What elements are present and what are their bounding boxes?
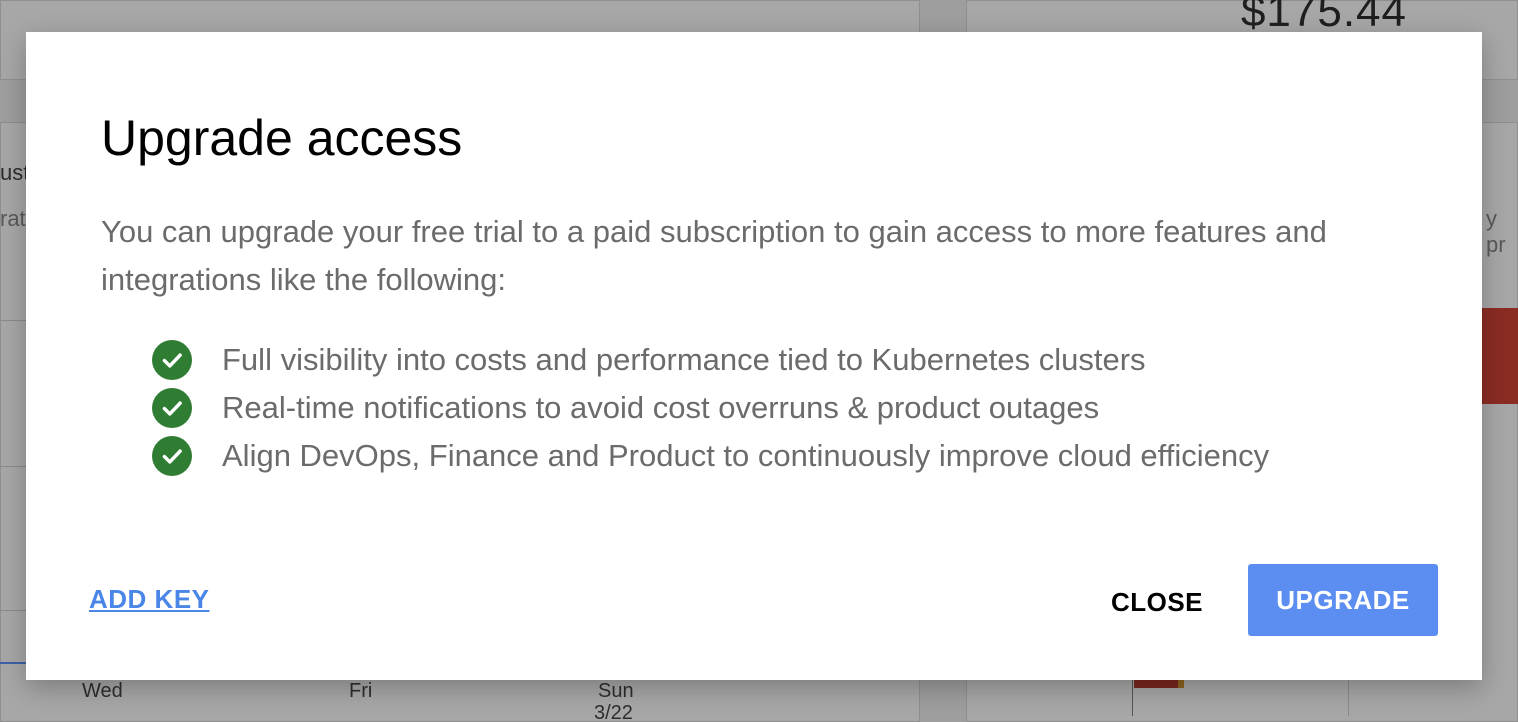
background-gridline [0, 466, 26, 467]
check-circle-icon [152, 436, 192, 476]
background-tick-label: Fri [349, 680, 373, 702]
background-tick-label: Wed [82, 680, 123, 702]
dialog-description: You can upgrade your free trial to a pai… [101, 214, 1327, 297]
background-tick-label: Sun [598, 680, 634, 702]
background-gridline [0, 320, 26, 321]
background-bar [1482, 308, 1518, 404]
feature-text: Align DevOps, Finance and Product to con… [222, 438, 1270, 473]
background-tick-label: 3/22 [594, 702, 633, 722]
background-bar [1178, 680, 1184, 688]
feature-text: Real-time notifications to avoid cost ov… [222, 390, 1100, 425]
dialog-title: Upgrade access [101, 110, 463, 166]
feature-item: Real-time notifications to avoid cost ov… [152, 384, 1269, 432]
feature-list: Full visibility into costs and performan… [152, 336, 1269, 480]
background-text-fragment: y pr [1486, 206, 1506, 257]
add-key-link[interactable]: ADD KEY [89, 584, 210, 615]
background-bar [1134, 680, 1178, 688]
check-circle-icon [152, 340, 192, 380]
close-button[interactable]: CLOSE [1102, 566, 1212, 638]
feature-text: Full visibility into costs and performan… [222, 342, 1146, 377]
background-text-fragment: ust [0, 160, 30, 185]
background-text-fragment: rat [0, 206, 26, 231]
upgrade-button[interactable]: UPGRADE [1248, 564, 1438, 636]
upgrade-access-dialog: Upgrade access You can upgrade your free… [26, 32, 1482, 680]
check-circle-icon [152, 388, 192, 428]
background-gridline [0, 610, 26, 611]
feature-item: Full visibility into costs and performan… [152, 336, 1269, 384]
feature-item: Align DevOps, Finance and Product to con… [152, 432, 1269, 480]
